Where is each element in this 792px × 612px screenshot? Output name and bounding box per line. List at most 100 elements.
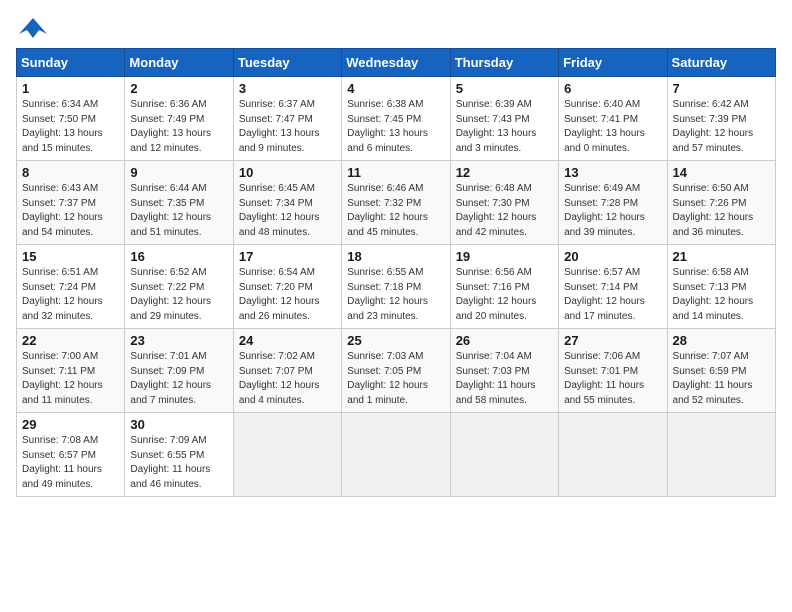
day-number: 9 <box>130 165 227 180</box>
day-number: 23 <box>130 333 227 348</box>
calendar-cell: 18 Sunrise: 6:55 AM Sunset: 7:18 PM Dayli… <box>342 245 450 329</box>
day-number: 6 <box>564 81 661 96</box>
calendar-cell <box>450 413 558 497</box>
calendar-week-1: 1Sunrise: 6:34 AM Sunset: 7:50 PM Daylig… <box>17 77 776 161</box>
calendar-cell: 13 Sunrise: 6:49 AM Sunset: 7:28 PM Dayli… <box>559 161 667 245</box>
day-number: 24 <box>239 333 336 348</box>
calendar-cell: 21 Sunrise: 6:58 AM Sunset: 7:13 PM Dayli… <box>667 245 775 329</box>
logo-bird-icon <box>19 16 47 38</box>
calendar-cell: 14 Sunrise: 6:50 AM Sunset: 7:26 PM Dayli… <box>667 161 775 245</box>
day-detail: Sunrise: 6:49 AM Sunset: 7:28 PM Dayligh… <box>564 183 645 238</box>
calendar-cell: 26 Sunrise: 7:04 AM Sunset: 7:03 PM Dayli… <box>450 329 558 413</box>
day-number: 18 <box>347 249 444 264</box>
weekday-header-monday: Monday <box>125 49 233 77</box>
day-detail: Sunrise: 6:50 AM Sunset: 7:26 PM Dayligh… <box>673 183 754 238</box>
calendar-body: 1Sunrise: 6:34 AM Sunset: 7:50 PM Daylig… <box>17 77 776 497</box>
day-detail: Sunrise: 7:04 AM Sunset: 7:03 PM Dayligh… <box>456 351 536 406</box>
day-detail: Sunrise: 7:01 AM Sunset: 7:09 PM Dayligh… <box>130 351 211 406</box>
calendar-cell: 25 Sunrise: 7:03 AM Sunset: 7:05 PM Dayli… <box>342 329 450 413</box>
calendar-cell <box>559 413 667 497</box>
day-detail: Sunrise: 6:58 AM Sunset: 7:13 PM Dayligh… <box>673 267 754 322</box>
weekday-header-wednesday: Wednesday <box>342 49 450 77</box>
day-number: 19 <box>456 249 553 264</box>
calendar-week-3: 15 Sunrise: 6:51 AM Sunset: 7:24 PM Dayli… <box>17 245 776 329</box>
logo <box>16 16 47 38</box>
day-detail: Sunrise: 6:38 AM Sunset: 7:45 PM Dayligh… <box>347 99 428 154</box>
day-detail: Sunrise: 7:08 AM Sunset: 6:57 PM Dayligh… <box>22 435 102 490</box>
day-detail: Sunrise: 6:43 AM Sunset: 7:37 PM Dayligh… <box>22 183 103 238</box>
day-detail: Sunrise: 6:45 AM Sunset: 7:34 PM Dayligh… <box>239 183 320 238</box>
day-detail: Sunrise: 6:46 AM Sunset: 7:32 PM Dayligh… <box>347 183 428 238</box>
calendar-cell: 15 Sunrise: 6:51 AM Sunset: 7:24 PM Dayli… <box>17 245 125 329</box>
day-detail: Sunrise: 7:03 AM Sunset: 7:05 PM Dayligh… <box>347 351 428 406</box>
day-detail: Sunrise: 7:02 AM Sunset: 7:07 PM Dayligh… <box>239 351 320 406</box>
calendar-week-5: 29 Sunrise: 7:08 AM Sunset: 6:57 PM Dayli… <box>17 413 776 497</box>
weekday-header-saturday: Saturday <box>667 49 775 77</box>
day-number: 8 <box>22 165 119 180</box>
calendar-cell: 10Sunrise: 6:45 AM Sunset: 7:34 PM Dayli… <box>233 161 341 245</box>
day-detail: Sunrise: 6:34 AM Sunset: 7:50 PM Dayligh… <box>22 99 103 154</box>
day-number: 7 <box>673 81 770 96</box>
page-header <box>16 16 776 38</box>
calendar-cell: 17 Sunrise: 6:54 AM Sunset: 7:20 PM Dayli… <box>233 245 341 329</box>
day-number: 12 <box>456 165 553 180</box>
calendar-cell: 5Sunrise: 6:39 AM Sunset: 7:43 PM Daylig… <box>450 77 558 161</box>
weekday-header-thursday: Thursday <box>450 49 558 77</box>
day-number: 28 <box>673 333 770 348</box>
calendar-cell: 4 Sunrise: 6:38 AM Sunset: 7:45 PM Daylig… <box>342 77 450 161</box>
calendar-cell: 28 Sunrise: 7:07 AM Sunset: 6:59 PM Dayli… <box>667 329 775 413</box>
day-number: 11 <box>347 165 444 180</box>
day-detail: Sunrise: 6:44 AM Sunset: 7:35 PM Dayligh… <box>130 183 211 238</box>
calendar-cell: 27 Sunrise: 7:06 AM Sunset: 7:01 PM Dayli… <box>559 329 667 413</box>
day-number: 20 <box>564 249 661 264</box>
calendar-cell: 9 Sunrise: 6:44 AM Sunset: 7:35 PM Daylig… <box>125 161 233 245</box>
day-number: 4 <box>347 81 444 96</box>
day-detail: Sunrise: 7:07 AM Sunset: 6:59 PM Dayligh… <box>673 351 753 406</box>
calendar-cell <box>667 413 775 497</box>
calendar-cell: 19Sunrise: 6:56 AM Sunset: 7:16 PM Dayli… <box>450 245 558 329</box>
day-number: 14 <box>673 165 770 180</box>
calendar-cell: 20 Sunrise: 6:57 AM Sunset: 7:14 PM Dayli… <box>559 245 667 329</box>
weekday-header-friday: Friday <box>559 49 667 77</box>
calendar-cell: 23 Sunrise: 7:01 AM Sunset: 7:09 PM Dayli… <box>125 329 233 413</box>
day-detail: Sunrise: 6:52 AM Sunset: 7:22 PM Dayligh… <box>130 267 211 322</box>
calendar-cell: 2 Sunrise: 6:36 AM Sunset: 7:49 PM Daylig… <box>125 77 233 161</box>
calendar-cell: 16Sunrise: 6:52 AM Sunset: 7:22 PM Dayli… <box>125 245 233 329</box>
calendar-cell: 12Sunrise: 6:48 AM Sunset: 7:30 PM Dayli… <box>450 161 558 245</box>
day-detail: Sunrise: 7:00 AM Sunset: 7:11 PM Dayligh… <box>22 351 103 406</box>
day-number: 21 <box>673 249 770 264</box>
day-number: 17 <box>239 249 336 264</box>
day-number: 26 <box>456 333 553 348</box>
day-detail: Sunrise: 6:42 AM Sunset: 7:39 PM Dayligh… <box>673 99 754 154</box>
calendar-cell: 11 Sunrise: 6:46 AM Sunset: 7:32 PM Dayli… <box>342 161 450 245</box>
calendar-cell: 8 Sunrise: 6:43 AM Sunset: 7:37 PM Daylig… <box>17 161 125 245</box>
calendar-table: SundayMondayTuesdayWednesdayThursdayFrid… <box>16 48 776 497</box>
day-number: 3 <box>239 81 336 96</box>
calendar-cell <box>342 413 450 497</box>
day-detail: Sunrise: 6:37 AM Sunset: 7:47 PM Dayligh… <box>239 99 320 154</box>
day-number: 25 <box>347 333 444 348</box>
calendar-cell: 22 Sunrise: 7:00 AM Sunset: 7:11 PM Dayli… <box>17 329 125 413</box>
calendar-cell: 24 Sunrise: 7:02 AM Sunset: 7:07 PM Dayli… <box>233 329 341 413</box>
day-number: 30 <box>130 417 227 432</box>
day-number: 15 <box>22 249 119 264</box>
day-number: 2 <box>130 81 227 96</box>
day-detail: Sunrise: 6:39 AM Sunset: 7:43 PM Dayligh… <box>456 99 537 154</box>
calendar-cell: 30Sunrise: 7:09 AM Sunset: 6:55 PM Dayli… <box>125 413 233 497</box>
day-detail: Sunrise: 6:40 AM Sunset: 7:41 PM Dayligh… <box>564 99 645 154</box>
day-detail: Sunrise: 6:55 AM Sunset: 7:18 PM Dayligh… <box>347 267 428 322</box>
calendar-cell <box>233 413 341 497</box>
calendar-cell: 6 Sunrise: 6:40 AM Sunset: 7:41 PM Daylig… <box>559 77 667 161</box>
day-detail: Sunrise: 6:51 AM Sunset: 7:24 PM Dayligh… <box>22 267 103 322</box>
calendar-week-2: 8 Sunrise: 6:43 AM Sunset: 7:37 PM Daylig… <box>17 161 776 245</box>
day-detail: Sunrise: 6:54 AM Sunset: 7:20 PM Dayligh… <box>239 267 320 322</box>
day-detail: Sunrise: 6:57 AM Sunset: 7:14 PM Dayligh… <box>564 267 645 322</box>
calendar-week-4: 22 Sunrise: 7:00 AM Sunset: 7:11 PM Dayli… <box>17 329 776 413</box>
day-number: 29 <box>22 417 119 432</box>
weekday-row: SundayMondayTuesdayWednesdayThursdayFrid… <box>17 49 776 77</box>
day-detail: Sunrise: 6:36 AM Sunset: 7:49 PM Dayligh… <box>130 99 211 154</box>
day-number: 27 <box>564 333 661 348</box>
day-number: 13 <box>564 165 661 180</box>
day-detail: Sunrise: 7:06 AM Sunset: 7:01 PM Dayligh… <box>564 351 644 406</box>
day-number: 22 <box>22 333 119 348</box>
